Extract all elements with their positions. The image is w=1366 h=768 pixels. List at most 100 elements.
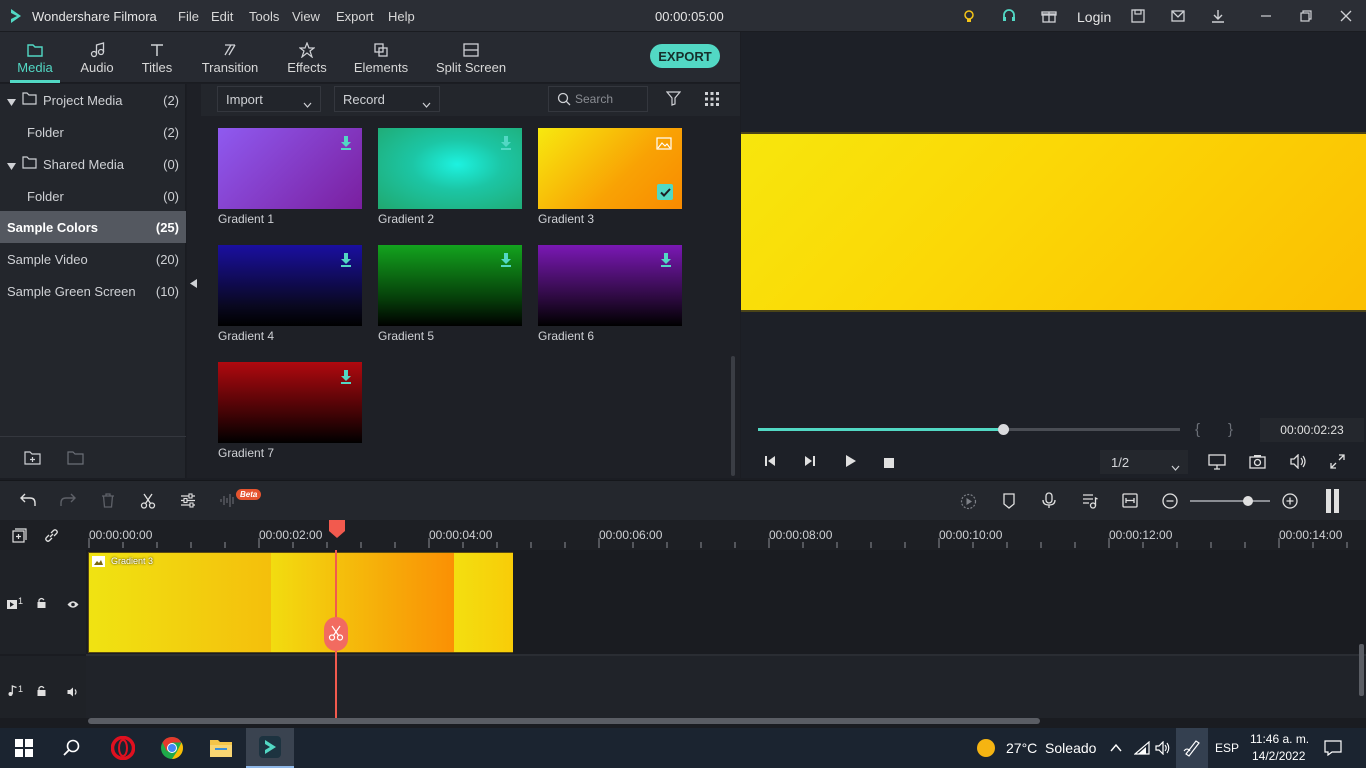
opera-browser-icon[interactable]	[99, 728, 147, 768]
mark-in-icon[interactable]: {	[1195, 421, 1200, 438]
grid-view-icon[interactable]	[705, 92, 719, 109]
tab-transition[interactable]: Transition	[198, 32, 262, 82]
audio-track-lane[interactable]	[86, 656, 1366, 718]
menu-help[interactable]: Help	[388, 9, 415, 24]
render-preview-icon[interactable]	[960, 493, 977, 513]
minimize-icon[interactable]	[1256, 6, 1276, 26]
headset-icon[interactable]	[999, 6, 1019, 26]
split-scissors-handle[interactable]	[324, 617, 348, 651]
download-icon[interactable]	[340, 370, 352, 387]
export-button[interactable]: EXPORT	[650, 44, 720, 68]
media-thumb-gradient-5[interactable]	[378, 245, 522, 326]
sidebar-item-shared-media[interactable]: Shared Media (0)	[0, 148, 186, 180]
stop-icon[interactable]	[884, 456, 894, 471]
media-scrollbar[interactable]	[731, 356, 735, 476]
zoom-in-icon[interactable]	[1282, 493, 1298, 512]
collapse-arrow-icon[interactable]	[190, 276, 197, 291]
login-link[interactable]: Login	[1077, 9, 1111, 25]
search-icon[interactable]	[48, 728, 96, 768]
expand-triangle-icon[interactable]	[7, 159, 16, 174]
fit-timeline-icon[interactable]	[1122, 493, 1138, 511]
menu-export[interactable]: Export	[336, 9, 374, 24]
playhead-marker[interactable]	[328, 520, 346, 538]
delete-trash-icon[interactable]	[101, 493, 115, 511]
media-thumb-gradient-1[interactable]	[218, 128, 362, 209]
checkmark-icon[interactable]	[657, 184, 673, 200]
notifications-icon[interactable]	[1318, 728, 1348, 768]
audio-waveform-icon[interactable]	[220, 493, 236, 511]
chrome-browser-icon[interactable]	[148, 728, 196, 768]
download-icon[interactable]	[340, 253, 352, 270]
microphone-icon[interactable]	[1042, 492, 1056, 512]
menu-tools[interactable]: Tools	[249, 9, 279, 24]
cut-scissors-icon[interactable]	[140, 493, 156, 512]
timeline-ruler[interactable]: 00:00:00:00 00:00:02:00 00:00:04:00 00:0…	[0, 520, 1366, 550]
save-icon[interactable]	[1128, 6, 1148, 26]
sidebar-item-project-media[interactable]: Project Media (2)	[0, 84, 186, 116]
sidebar-item-folder[interactable]: Folder (2)	[0, 116, 186, 148]
tab-audio[interactable]: Audio	[74, 32, 120, 82]
display-monitor-icon[interactable]	[1208, 454, 1226, 473]
pen-workspace-icon[interactable]	[1176, 728, 1208, 768]
restore-icon[interactable]	[1296, 6, 1316, 26]
pause-bars-icon[interactable]	[1326, 489, 1340, 516]
media-thumb-gradient-7[interactable]	[218, 362, 362, 443]
close-icon[interactable]	[1336, 6, 1356, 26]
media-thumb-gradient-3[interactable]	[538, 128, 682, 209]
media-thumb-gradient-6[interactable]	[538, 245, 682, 326]
tab-effects[interactable]: Effects	[284, 32, 330, 82]
gift-icon[interactable]	[1039, 6, 1059, 26]
play-icon[interactable]	[844, 454, 858, 471]
new-folder-icon[interactable]	[24, 450, 41, 468]
playback-progress-handle[interactable]	[997, 424, 1009, 435]
language-indicator[interactable]: ESP	[1215, 741, 1239, 755]
file-explorer-icon[interactable]	[197, 728, 245, 768]
clock-time[interactable]: 11:46 a. m.	[1250, 732, 1309, 746]
media-thumb-gradient-2[interactable]	[378, 128, 522, 209]
mark-out-icon[interactable]: }	[1228, 421, 1233, 438]
volume-icon[interactable]	[1290, 453, 1307, 472]
download-icon[interactable]	[500, 253, 512, 270]
menu-view[interactable]: View	[292, 9, 320, 24]
zoom-out-icon[interactable]	[1162, 493, 1178, 512]
sidebar-item-sample-colors[interactable]: Sample Colors (25)	[0, 211, 186, 243]
audio-mixer-icon[interactable]	[1082, 493, 1098, 512]
wifi-icon[interactable]	[1132, 728, 1152, 768]
vertical-scrollbar[interactable]	[1359, 644, 1364, 696]
tab-media[interactable]: Media	[10, 32, 60, 83]
horizontal-scrollbar[interactable]	[88, 718, 1040, 724]
weather-text[interactable]: 27°C Soleado	[1006, 740, 1096, 756]
sidebar-item-folder[interactable]: Folder (0)	[0, 180, 186, 212]
download-icon[interactable]	[1208, 6, 1228, 26]
filmora-taskbar-icon[interactable]	[246, 728, 294, 768]
lightbulb-icon[interactable]	[959, 6, 979, 26]
sidebar-item-sample-video[interactable]: Sample Video (20)	[0, 243, 186, 275]
video-clip[interactable]: Gradient 3	[88, 552, 513, 653]
tab-elements[interactable]: Elements	[352, 32, 410, 82]
lock-icon[interactable]	[37, 684, 46, 699]
step-forward-icon[interactable]	[803, 454, 817, 471]
fullscreen-icon[interactable]	[1330, 454, 1345, 472]
adjust-sliders-icon[interactable]	[180, 493, 196, 511]
search-input[interactable]: Search	[548, 86, 648, 112]
zoom-slider[interactable]	[1190, 500, 1270, 502]
windows-start-icon[interactable]	[0, 728, 48, 768]
step-back-icon[interactable]	[763, 454, 777, 471]
mail-icon[interactable]	[1168, 6, 1188, 26]
tab-split-screen[interactable]: Split Screen	[434, 32, 508, 82]
sidebar-collapse-strip[interactable]	[187, 84, 201, 478]
menu-edit[interactable]: Edit	[211, 9, 233, 24]
record-dropdown[interactable]: Record	[334, 86, 440, 112]
speaker-icon[interactable]	[67, 685, 79, 700]
undo-icon[interactable]	[20, 493, 36, 510]
clock-date[interactable]: 14/2/2022	[1252, 749, 1305, 763]
volume-icon[interactable]	[1153, 728, 1173, 768]
tab-titles[interactable]: Titles	[136, 32, 178, 82]
media-thumb-gradient-4[interactable]	[218, 245, 362, 326]
marker-icon[interactable]	[1002, 493, 1016, 512]
zoom-slider-handle[interactable]	[1243, 496, 1253, 506]
menu-file[interactable]: File	[178, 9, 199, 24]
eye-icon[interactable]	[67, 597, 79, 612]
import-dropdown[interactable]: Import	[217, 86, 321, 112]
download-icon[interactable]	[340, 136, 352, 153]
